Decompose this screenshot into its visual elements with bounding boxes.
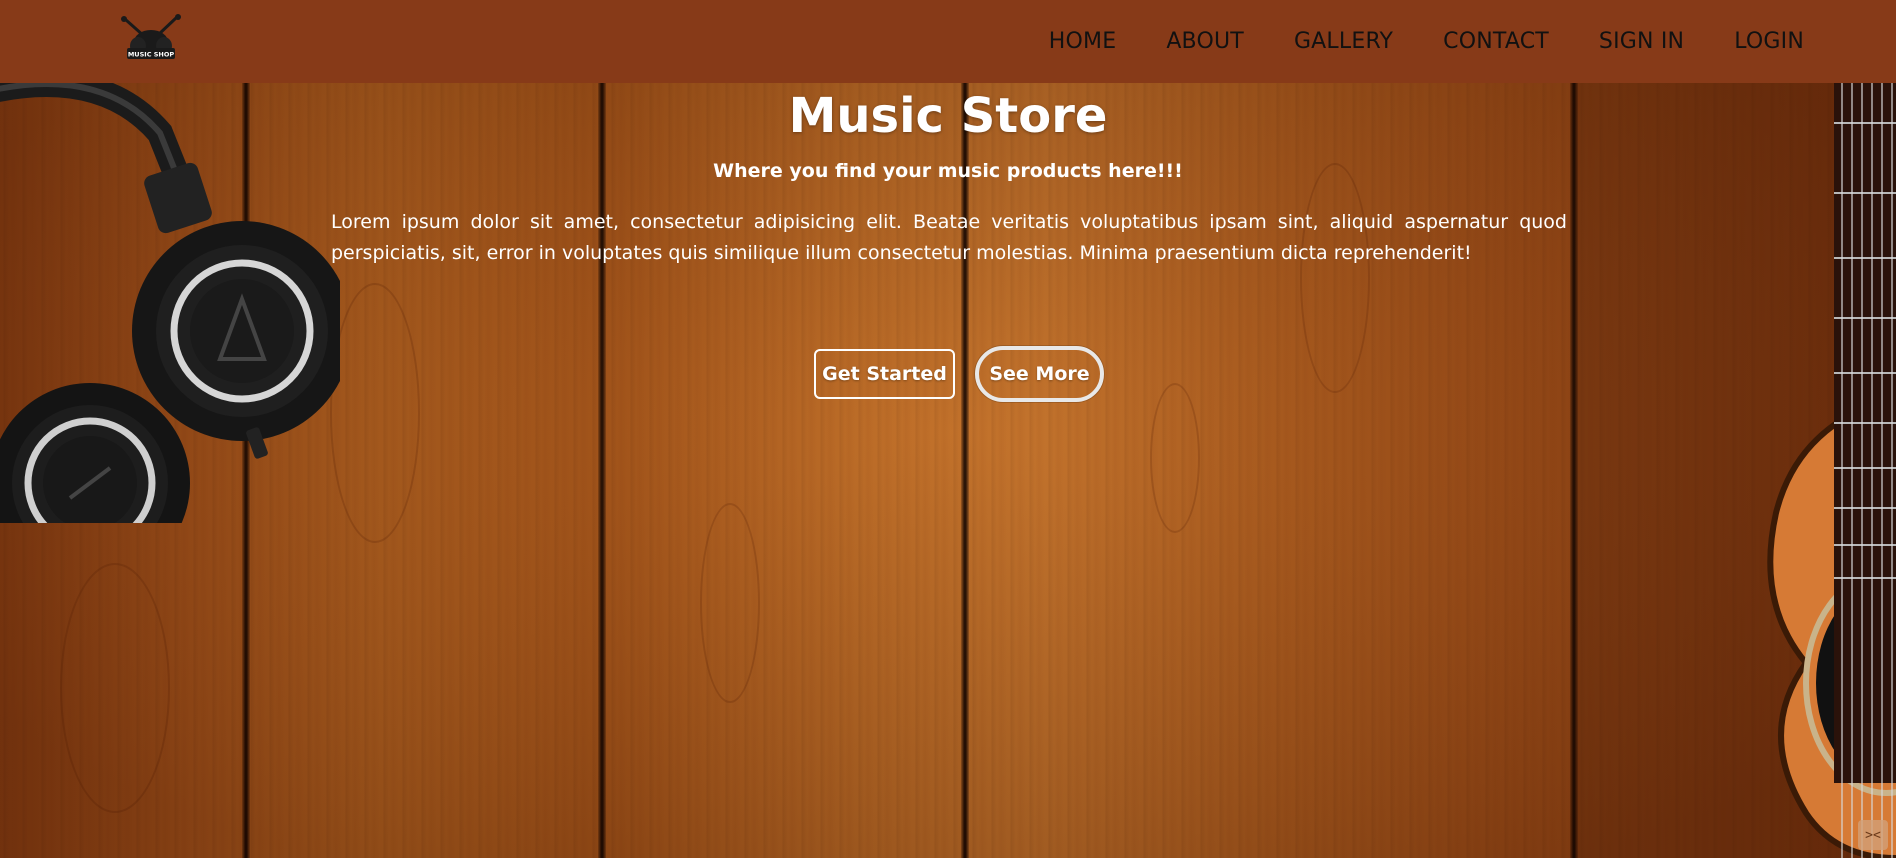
logo-text: MUSIC SHOP: [128, 51, 175, 59]
music-shop-logo[interactable]: MUSIC SHOP: [116, 12, 186, 66]
nav-gallery[interactable]: GALLERY: [1294, 29, 1393, 54]
nav-about[interactable]: ABOUT: [1166, 29, 1244, 54]
nav-menu: HOME ABOUT GALLERY CONTACT SIGN IN LOGIN: [999, 0, 1804, 83]
guitar-image: [1576, 83, 1896, 858]
hero-title: Music Store: [788, 88, 1108, 144]
hero-section: Music Store Where you find your music pr…: [0, 83, 1896, 858]
see-more-button[interactable]: See More: [975, 346, 1104, 402]
nav-home[interactable]: HOME: [1049, 29, 1117, 54]
headphones-image: [0, 83, 340, 523]
hero-subtitle: Where you find your music products here!…: [713, 160, 1183, 182]
nav-contact[interactable]: CONTACT: [1443, 29, 1549, 54]
collapse-arrows-icon[interactable]: ><: [1858, 820, 1888, 850]
navbar: MUSIC SHOP HOME ABOUT GALLERY CONTACT SI…: [0, 0, 1896, 83]
nav-login[interactable]: LOGIN: [1734, 29, 1804, 54]
get-started-button[interactable]: Get Started: [814, 349, 955, 399]
hero-description: Lorem ipsum dolor sit amet, consectetur …: [331, 211, 1567, 264]
nav-sign-in[interactable]: SIGN IN: [1599, 29, 1684, 54]
